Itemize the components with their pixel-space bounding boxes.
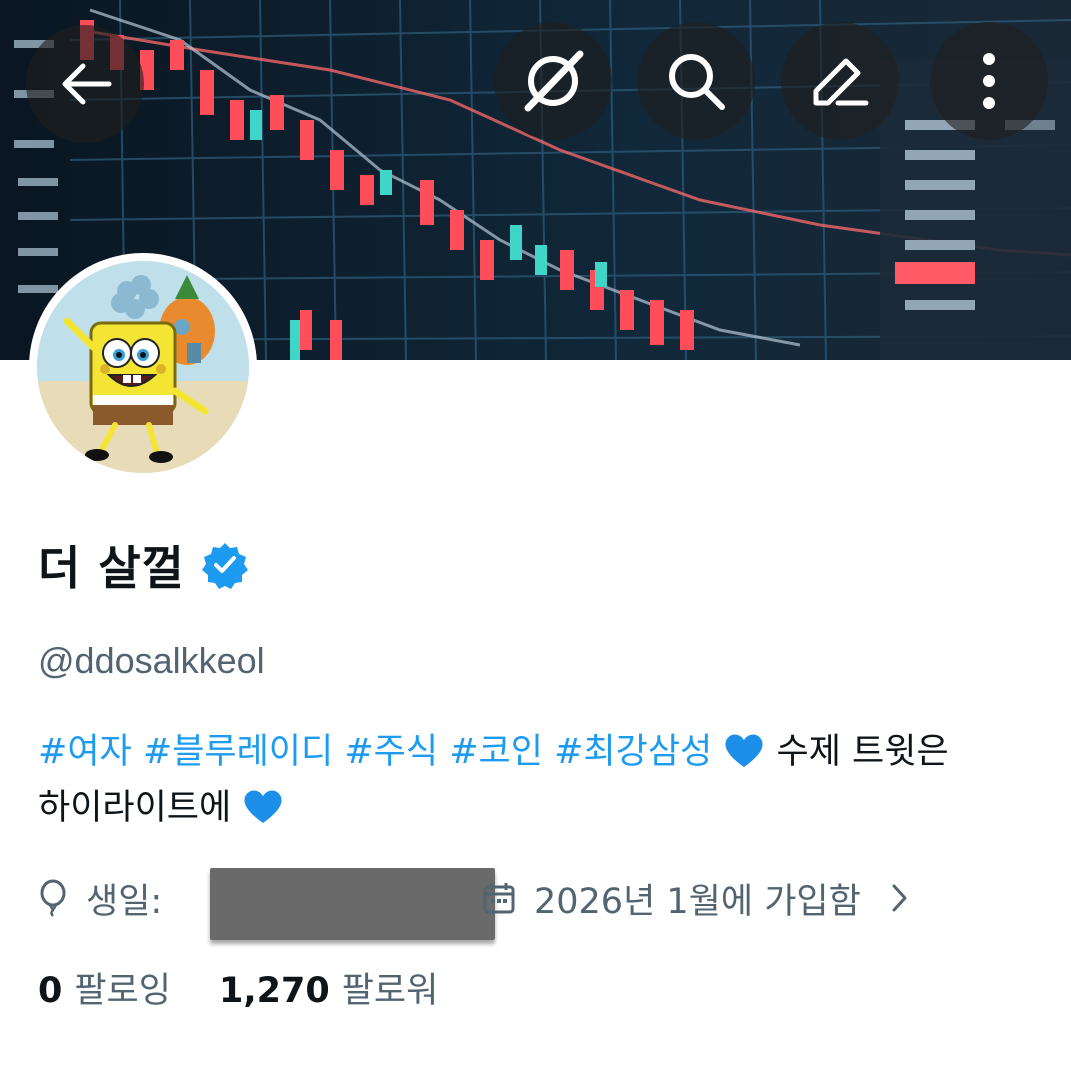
avatar-image <box>37 261 249 473</box>
bio-text: 수제 트윗은 <box>776 732 949 772</box>
username-handle: @ddosalkkeol <box>38 640 265 681</box>
edit-button[interactable] <box>781 22 899 140</box>
following-link[interactable]: 0 팔로잉 <box>38 962 171 1013</box>
display-name-row: 더 살껄 <box>38 532 249 598</box>
grok-icon <box>522 50 584 112</box>
avatar[interactable] <box>29 253 257 481</box>
join-date-item: 2026년 1월에 가입함 <box>482 868 911 928</box>
hashtag-link[interactable]: #최강삼성 <box>554 732 712 772</box>
search-icon <box>669 54 725 110</box>
blue-heart-icon <box>244 790 282 823</box>
followers-label: 팔로워 <box>341 971 439 1011</box>
back-button[interactable] <box>26 25 144 143</box>
hashtag-link[interactable]: #코인 <box>449 732 543 772</box>
calendar-icon <box>483 883 515 914</box>
hashtag-link[interactable]: #여자 <box>38 732 132 772</box>
edit-icon <box>813 58 869 106</box>
bio-text: 하이라이트에 <box>38 788 232 828</box>
more-vertical-icon <box>983 53 995 109</box>
follow-stats: 0 팔로잉 1,270 팔로워 <box>38 962 438 1013</box>
hashtag-link[interactable]: #주식 <box>344 732 438 772</box>
blue-heart-icon <box>725 734 763 767</box>
birthday-label: 생일: <box>86 881 163 922</box>
grok-button[interactable] <box>494 22 612 140</box>
profile-bio: #여자 #블루레이디 #주식 #코인 #최강삼성 수제 트윗은 하이라이트에 <box>38 724 1028 836</box>
spongebob-avatar-icon <box>37 261 249 473</box>
chevron-right-icon[interactable] <box>889 881 911 915</box>
more-button[interactable] <box>930 22 1048 140</box>
join-date-text: 2026년 1월에 가입함 <box>534 881 861 922</box>
birthday-item: 생일: <box>38 868 162 928</box>
redaction-box <box>210 868 495 940</box>
arrow-left-icon <box>62 63 112 105</box>
profile-meta: 생일: 2026년 1월에 가입함 <box>38 868 1038 940</box>
verified-badge-icon[interactable] <box>201 541 249 589</box>
followers-count: 1,270 <box>218 971 330 1011</box>
search-button[interactable] <box>637 22 755 140</box>
display-name: 더 살껄 <box>38 541 185 595</box>
following-count: 0 <box>38 971 63 1011</box>
following-label: 팔로잉 <box>74 971 171 1011</box>
followers-link[interactable]: 1,270 팔로워 <box>219 962 438 1013</box>
hashtag-link[interactable]: #블루레이디 <box>143 732 333 772</box>
balloon-icon <box>40 879 66 917</box>
